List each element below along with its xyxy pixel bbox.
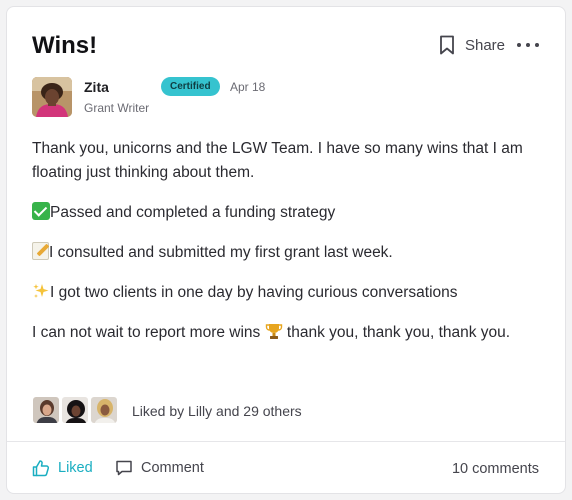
body-paragraph: I consulted and submitted my first grant…: [32, 241, 539, 265]
likes-summary[interactable]: Liked by Lilly and 29 others: [132, 403, 302, 419]
post-card: Wins! Share Zita Grant Writer Certified …: [6, 6, 566, 494]
footer-divider: [7, 441, 565, 442]
body-text: thank you, thank you, thank you.: [282, 324, 511, 341]
body-text: I can not wait to report more wins: [32, 324, 265, 341]
thumbs-up-icon: [32, 460, 50, 477]
comment-button[interactable]: Comment: [115, 459, 204, 477]
author-name[interactable]: Zita: [84, 79, 109, 95]
body-text: Passed and completed a funding strategy: [50, 204, 336, 221]
body-text: I got two clients in one day by having c…: [50, 284, 458, 301]
memo-emoji-icon: [32, 242, 49, 260]
post-date: Apr 18: [230, 80, 266, 94]
like-label: Liked: [58, 460, 93, 476]
body-paragraph: I got two clients in one day by having c…: [32, 281, 539, 305]
author-role: Grant Writer: [84, 101, 150, 115]
body-paragraph: Thank you, unicorns and the LGW Team. I …: [32, 140, 523, 181]
bookmark-icon[interactable]: [439, 35, 455, 55]
post-actions: Share: [439, 35, 539, 55]
body-paragraph: I can not wait to report more wins thank…: [32, 321, 539, 345]
more-horizontal-icon[interactable]: [517, 37, 539, 53]
certified-badge: Certified: [161, 77, 220, 96]
post-title: Wins!: [32, 32, 98, 59]
share-label: Share: [464, 36, 505, 54]
sparkles-emoji-icon: [33, 284, 49, 298]
trophy-emoji-icon: [265, 324, 282, 339]
post-body: Thank you, unicorns and the LGW Team. I …: [32, 137, 539, 361]
comments-count[interactable]: 10 comments: [452, 461, 539, 477]
liker-avatar[interactable]: [61, 396, 89, 424]
liker-avatar[interactable]: [32, 396, 60, 424]
comment-label: Comment: [141, 460, 204, 476]
likes-row: Liked by Lilly and 29 others: [32, 396, 539, 426]
liker-avatar[interactable]: [90, 396, 118, 424]
body-text: I consulted and submitted my first grant…: [49, 244, 393, 261]
author-avatar[interactable]: [32, 77, 72, 117]
check-mark-emoji-icon: [32, 202, 50, 220]
share-button[interactable]: Share: [439, 35, 505, 55]
author-row: Zita Grant Writer Certified Apr 18: [32, 77, 539, 121]
post-footer: Liked Comment 10 comments: [32, 459, 539, 481]
like-button[interactable]: Liked: [32, 459, 93, 477]
comment-icon: [116, 460, 132, 476]
body-paragraph: Passed and completed a funding strategy: [32, 201, 539, 225]
post-header: Wins! Share: [32, 29, 539, 59]
